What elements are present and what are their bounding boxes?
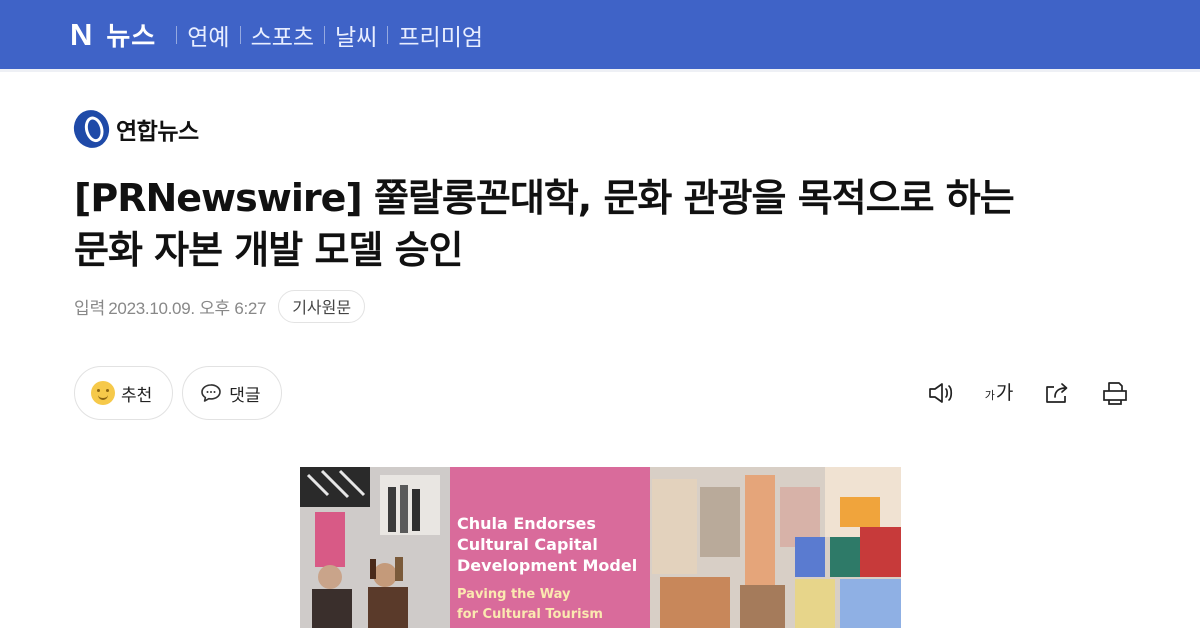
naver-logo[interactable]: N <box>70 19 92 50</box>
nav-separator <box>176 25 178 44</box>
headline-line-2: 문화 자본 개발 모델 승인 <box>74 228 464 272</box>
image-caption-line-1: Chula Endorses <box>457 514 596 533</box>
nav-separator <box>239 25 241 44</box>
top-nav: N 뉴스 연예 스포츠 날씨 프리미엄 <box>70 0 483 69</box>
image-caption-line-4: Paving the Way <box>457 587 571 602</box>
date-label: 입력 <box>74 298 106 319</box>
audio-button[interactable] <box>926 378 956 408</box>
font-size-small-label: 가 <box>984 389 995 402</box>
press-logo[interactable]: 연합뉴스 <box>69 106 199 152</box>
image-caption-line-5: for Cultural Tourism <box>457 607 603 622</box>
recommend-label: 추천 <box>121 385 153 406</box>
nav-link-entertainment[interactable]: 연예 <box>187 18 229 52</box>
press-name: 연합뉴스 <box>116 119 199 145</box>
nav-home-news[interactable]: 뉴스 <box>106 16 156 53</box>
nav-separator <box>387 25 389 44</box>
article-headline: [PRNewswire] 쭐랄롱꼰대학, 문화 관광을 목적으로 하는 문화 자… <box>74 172 1134 276</box>
nav-link-premium[interactable]: 프리미엄 <box>398 18 483 52</box>
image-caption-line-2: Cultural Capital <box>457 535 598 554</box>
nav-link-sports[interactable]: 스포츠 <box>251 18 314 52</box>
comment-bubble-icon <box>201 384 222 402</box>
article-image-graphic: Chula Endorses Cultural Capital Developm… <box>300 467 901 628</box>
nav-link-weather[interactable]: 날씨 <box>335 18 377 52</box>
recommend-button[interactable]: 추천 <box>74 366 174 420</box>
original-article-button[interactable]: 기사원문 <box>278 289 366 323</box>
comment-button[interactable]: 댓글 <box>182 366 282 420</box>
speaker-icon <box>929 383 953 403</box>
article-meta: 입력 2023.10.09. 오후 6:27 기사원문 <box>74 289 366 323</box>
smile-icon <box>91 381 115 405</box>
article-image: Chula Endorses Cultural Capital Developm… <box>300 467 901 628</box>
share-button[interactable] <box>1042 378 1072 408</box>
article-tools: 가 가 <box>898 378 1130 408</box>
print-icon <box>1103 382 1127 405</box>
nav-divider <box>0 69 1200 72</box>
nav-separator <box>324 25 326 44</box>
image-caption-line-3: Development Model <box>457 556 637 575</box>
headline-line-1: [PRNewswire] 쭐랄롱꼰대학, 문화 관광을 목적으로 하는 <box>74 176 1015 220</box>
article-date: 2023.10.09. 오후 6:27 <box>108 298 267 318</box>
font-size-button[interactable]: 가 가 <box>984 378 1014 408</box>
font-size-large-label: 가 <box>995 382 1014 404</box>
comment-label: 댓글 <box>229 385 261 406</box>
print-button[interactable] <box>1100 378 1130 408</box>
yonhap-logo-icon <box>69 106 114 152</box>
reaction-bar: 추천 댓글 <box>74 366 291 420</box>
share-icon <box>1046 383 1068 403</box>
